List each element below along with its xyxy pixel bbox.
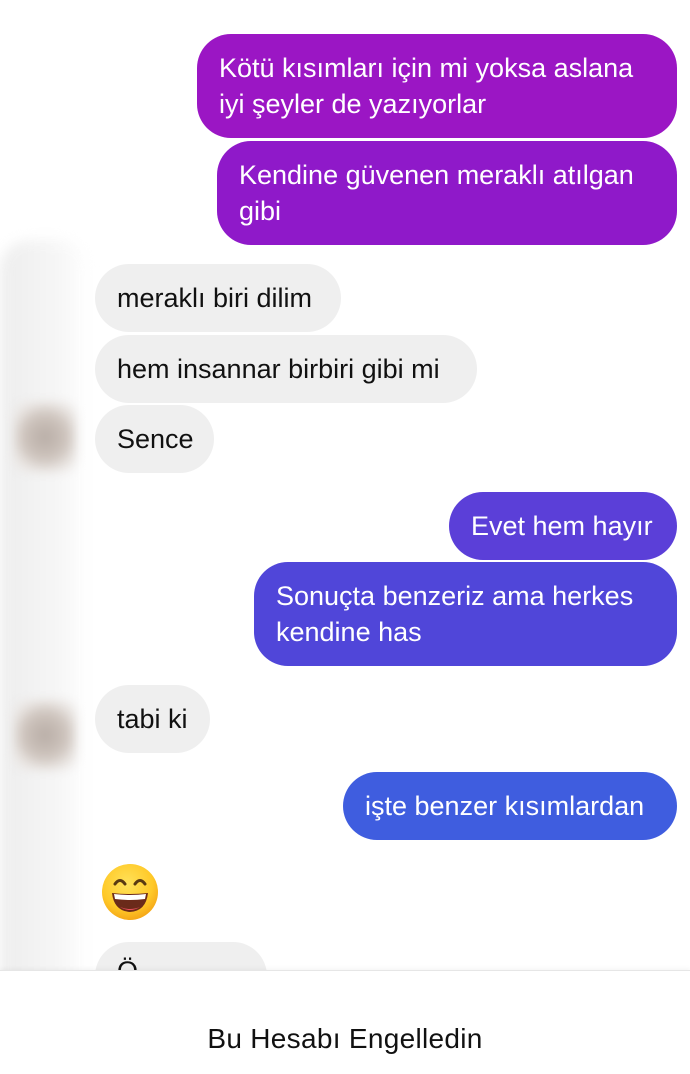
message-bubble-incoming[interactable]: Sence [95, 405, 214, 473]
message-bubble-incoming[interactable]: tabi ki [95, 685, 210, 753]
message-bubble-incoming[interactable]: hem insannar birbiri gibi mi [95, 335, 477, 403]
blocked-account-footer: Bu Hesabı Engelledin [0, 970, 690, 1074]
message-bubble-outgoing[interactable]: Sonuçta benzeriz ama herkes kendine has [254, 562, 677, 666]
message-bubble-outgoing[interactable]: Kötü kısımları için mi yoksa aslana iyi … [197, 34, 677, 138]
message-bubble-outgoing[interactable]: Kendine güvenen meraklı atılgan gibi [217, 141, 677, 245]
chat-screen: Kötü kısımları için mi yoksa aslana iyi … [0, 0, 690, 1074]
blurred-sidebar-area [0, 240, 90, 1050]
sender-avatar[interactable] [14, 402, 76, 472]
message-bubble-outgoing[interactable]: Evet hem hayır [449, 492, 677, 560]
sender-avatar[interactable] [14, 700, 76, 770]
grinning-face-with-smiling-eyes-icon[interactable] [100, 862, 160, 922]
message-bubble-outgoing[interactable]: işte benzer kısımlardan [343, 772, 677, 840]
message-bubble-incoming[interactable]: meraklı biri dilim [95, 264, 341, 332]
blocked-account-notice: Bu Hesabı Engelledin [207, 1023, 483, 1054]
